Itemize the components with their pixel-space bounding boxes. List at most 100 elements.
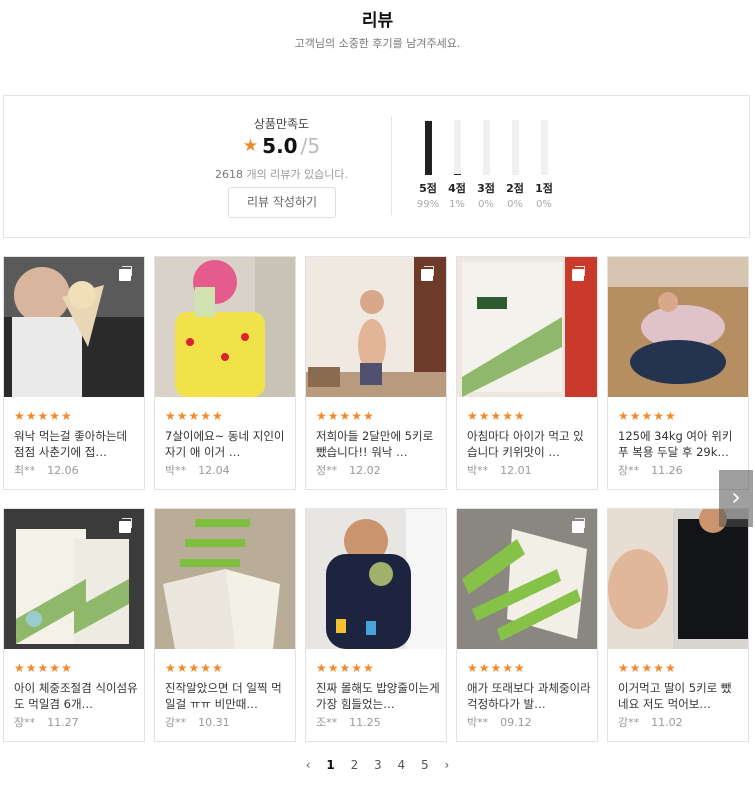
page-2[interactable]: 2 <box>351 758 359 772</box>
rating-distribution: 5점 99% 4점 1% 3점 0% 2점 0% 1점 0% <box>414 118 564 218</box>
rating-stars: ★★★★★ <box>14 409 73 423</box>
dist-4: 4점 1% <box>443 118 471 218</box>
next-page-icon[interactable]: › <box>444 758 449 772</box>
rating-stars: ★★★★★ <box>618 661 677 675</box>
multi-photo-icon <box>572 518 585 533</box>
dist-percent: 99% <box>416 199 440 210</box>
review-date: 11.25 <box>349 716 381 729</box>
dist-2: 2점 0% <box>501 118 529 218</box>
page-1[interactable]: 1 <box>326 758 334 772</box>
dist-percent: 0% <box>478 199 494 210</box>
review-meta: 조** 11.25 <box>316 714 381 730</box>
review-text: 저희아들 2달만에 5키로 뺐습니다!! 워낙 … <box>316 429 434 459</box>
multi-photo-icon <box>119 518 132 533</box>
review-date: 09.12 <box>500 716 532 729</box>
dist-1: 1점 0% <box>530 118 558 218</box>
dist-3: 3점 0% <box>472 118 500 218</box>
review-text: 아침마다 아이가 먹고 있습니다 키위맛이 … <box>467 429 584 459</box>
review-card[interactable]: ★★★★★ 워낙 먹는걸 좋아하는데 점점 사춘기에 접… 최** 12.06 <box>3 256 145 490</box>
review-date: 12.02 <box>349 464 381 477</box>
review-text: 125에 34kg 여아 위키푸 복용 두달 후 29k… <box>618 429 733 459</box>
dist-bar-track <box>483 120 490 175</box>
review-author: 조** <box>316 716 338 729</box>
review-count-suffix: 개의 리뷰가 있습니다. <box>242 168 349 181</box>
page-subtitle: 고객님의 소중한 후기를 남겨주세요. <box>294 37 461 50</box>
review-text: 애가 또래보다 과체중이라 걱정하다가 발… <box>467 681 591 711</box>
dist-bar-track <box>541 120 548 175</box>
multi-photo-icon <box>421 266 434 281</box>
satisfaction-label: 상품만족도 <box>253 117 310 131</box>
review-count: 2618 개의 리뷰가 있습니다. <box>164 166 399 182</box>
dist-bar-track <box>512 120 519 175</box>
dist-5: 5점 99% <box>414 118 442 218</box>
review-card[interactable]: ★★★★★ 애가 또래보다 과체중이라 걱정하다가 발… 박** 09.12 <box>456 508 598 742</box>
review-card[interactable]: ★★★★★ 아이 체중조절겸 식이섬유도 먹일겸 6개… 장** 11.27 <box>3 508 145 742</box>
score-max: /5 <box>300 134 321 158</box>
review-author: 박** <box>467 464 489 477</box>
review-meta: 박** 12.04 <box>165 462 230 478</box>
dist-label: 1점 <box>535 182 553 195</box>
review-text: 진작알았으면 더 일찍 먹일걸 ㅠㅠ 비만때… <box>165 681 282 711</box>
review-text: 이거먹고 딸이 5키로 뺐네요 저도 먹어보… <box>618 681 732 711</box>
review-author: 박** <box>165 464 187 477</box>
page-3[interactable]: 3 <box>374 758 382 772</box>
dist-percent: 0% <box>507 199 523 210</box>
dist-label: 4점 <box>448 182 466 195</box>
review-photo <box>155 257 295 397</box>
review-card[interactable]: ★★★★★ 125에 34kg 여아 위키푸 복용 두달 후 29k… 장** 1… <box>607 256 749 490</box>
review-author: 정** <box>316 464 338 477</box>
rating-summary: 상품만족도 ★ 5.0/5 2618 개의 리뷰가 있습니다. 리뷰 작성하기 5… <box>3 95 750 238</box>
review-photo <box>4 509 144 649</box>
review-author: 강** <box>165 716 187 729</box>
review-meta: 정** 12.02 <box>316 462 381 478</box>
review-meta: 장** 11.27 <box>14 714 79 730</box>
dist-label: 5점 <box>419 182 437 195</box>
review-meta: 박** 09.12 <box>467 714 532 730</box>
multi-photo-icon <box>572 266 585 281</box>
pagination: ‹ 1 2 3 4 5 › <box>0 758 755 772</box>
review-card[interactable]: ★★★★★ 저희아들 2달만에 5키로 뺐습니다!! 워낙 … 정** 12.02 <box>305 256 447 490</box>
rating-stars: ★★★★★ <box>467 409 526 423</box>
page-5[interactable]: 5 <box>421 758 429 772</box>
review-meta: 장** 11.26 <box>618 462 683 478</box>
multi-photo-icon <box>119 266 132 281</box>
review-card[interactable]: ★★★★★ 아침마다 아이가 먹고 있습니다 키위맛이 … 박** 12.01 <box>456 256 598 490</box>
review-card[interactable]: ★★★★★ 이거먹고 딸이 5키로 뺐네요 저도 먹어보… 강** 11.02 <box>607 508 749 742</box>
review-photo <box>155 509 295 649</box>
review-photo <box>608 257 748 397</box>
dist-percent: 1% <box>449 199 465 210</box>
review-meta: 강** 10.31 <box>165 714 230 730</box>
review-author: 강** <box>618 716 640 729</box>
review-photo <box>306 509 446 649</box>
prev-page-icon[interactable]: ‹ <box>306 758 311 772</box>
review-photo <box>306 257 446 397</box>
page-4[interactable]: 4 <box>398 758 406 772</box>
page-title: 리뷰 <box>361 11 394 31</box>
rating-stars: ★★★★★ <box>618 409 677 423</box>
dist-bar-track <box>425 120 432 175</box>
rating-stars: ★★★★★ <box>316 409 375 423</box>
dist-bar-track <box>454 120 461 175</box>
review-date: 11.26 <box>651 464 683 477</box>
write-review-button[interactable]: 리뷰 작성하기 <box>228 187 336 218</box>
review-photo <box>457 257 597 397</box>
review-author: 장** <box>618 464 640 477</box>
dist-label: 2점 <box>506 182 524 195</box>
review-text: 아이 체중조절겸 식이섬유도 먹일겸 6개… <box>14 681 138 711</box>
review-card[interactable]: ★★★★★ 진짜 몰해도 밥양줄이는게 가장 힘들었는… 조** 11.25 <box>305 508 447 742</box>
review-meta: 최** 12.06 <box>14 462 79 478</box>
review-card[interactable]: ★★★★★ 7살이에요~ 동네 지인이 자기 애 이거 … 박** 12.04 <box>154 256 296 490</box>
review-author: 최** <box>14 464 36 477</box>
review-card[interactable]: ★★★★★ 진작알았으면 더 일찍 먹일걸 ㅠㅠ 비만때… 강** 10.31 <box>154 508 296 742</box>
carousel-next-icon[interactable]: › <box>719 470 753 527</box>
review-date: 11.27 <box>47 716 79 729</box>
divider <box>391 117 392 215</box>
average-score: 5.0 <box>262 134 298 158</box>
dist-percent: 0% <box>536 199 552 210</box>
review-date: 10.31 <box>198 716 230 729</box>
rating-stars: ★★★★★ <box>165 661 224 675</box>
review-photo <box>4 257 144 397</box>
dist-label: 3점 <box>477 182 495 195</box>
review-meta: 박** 12.01 <box>467 462 532 478</box>
review-date: 11.02 <box>651 716 683 729</box>
